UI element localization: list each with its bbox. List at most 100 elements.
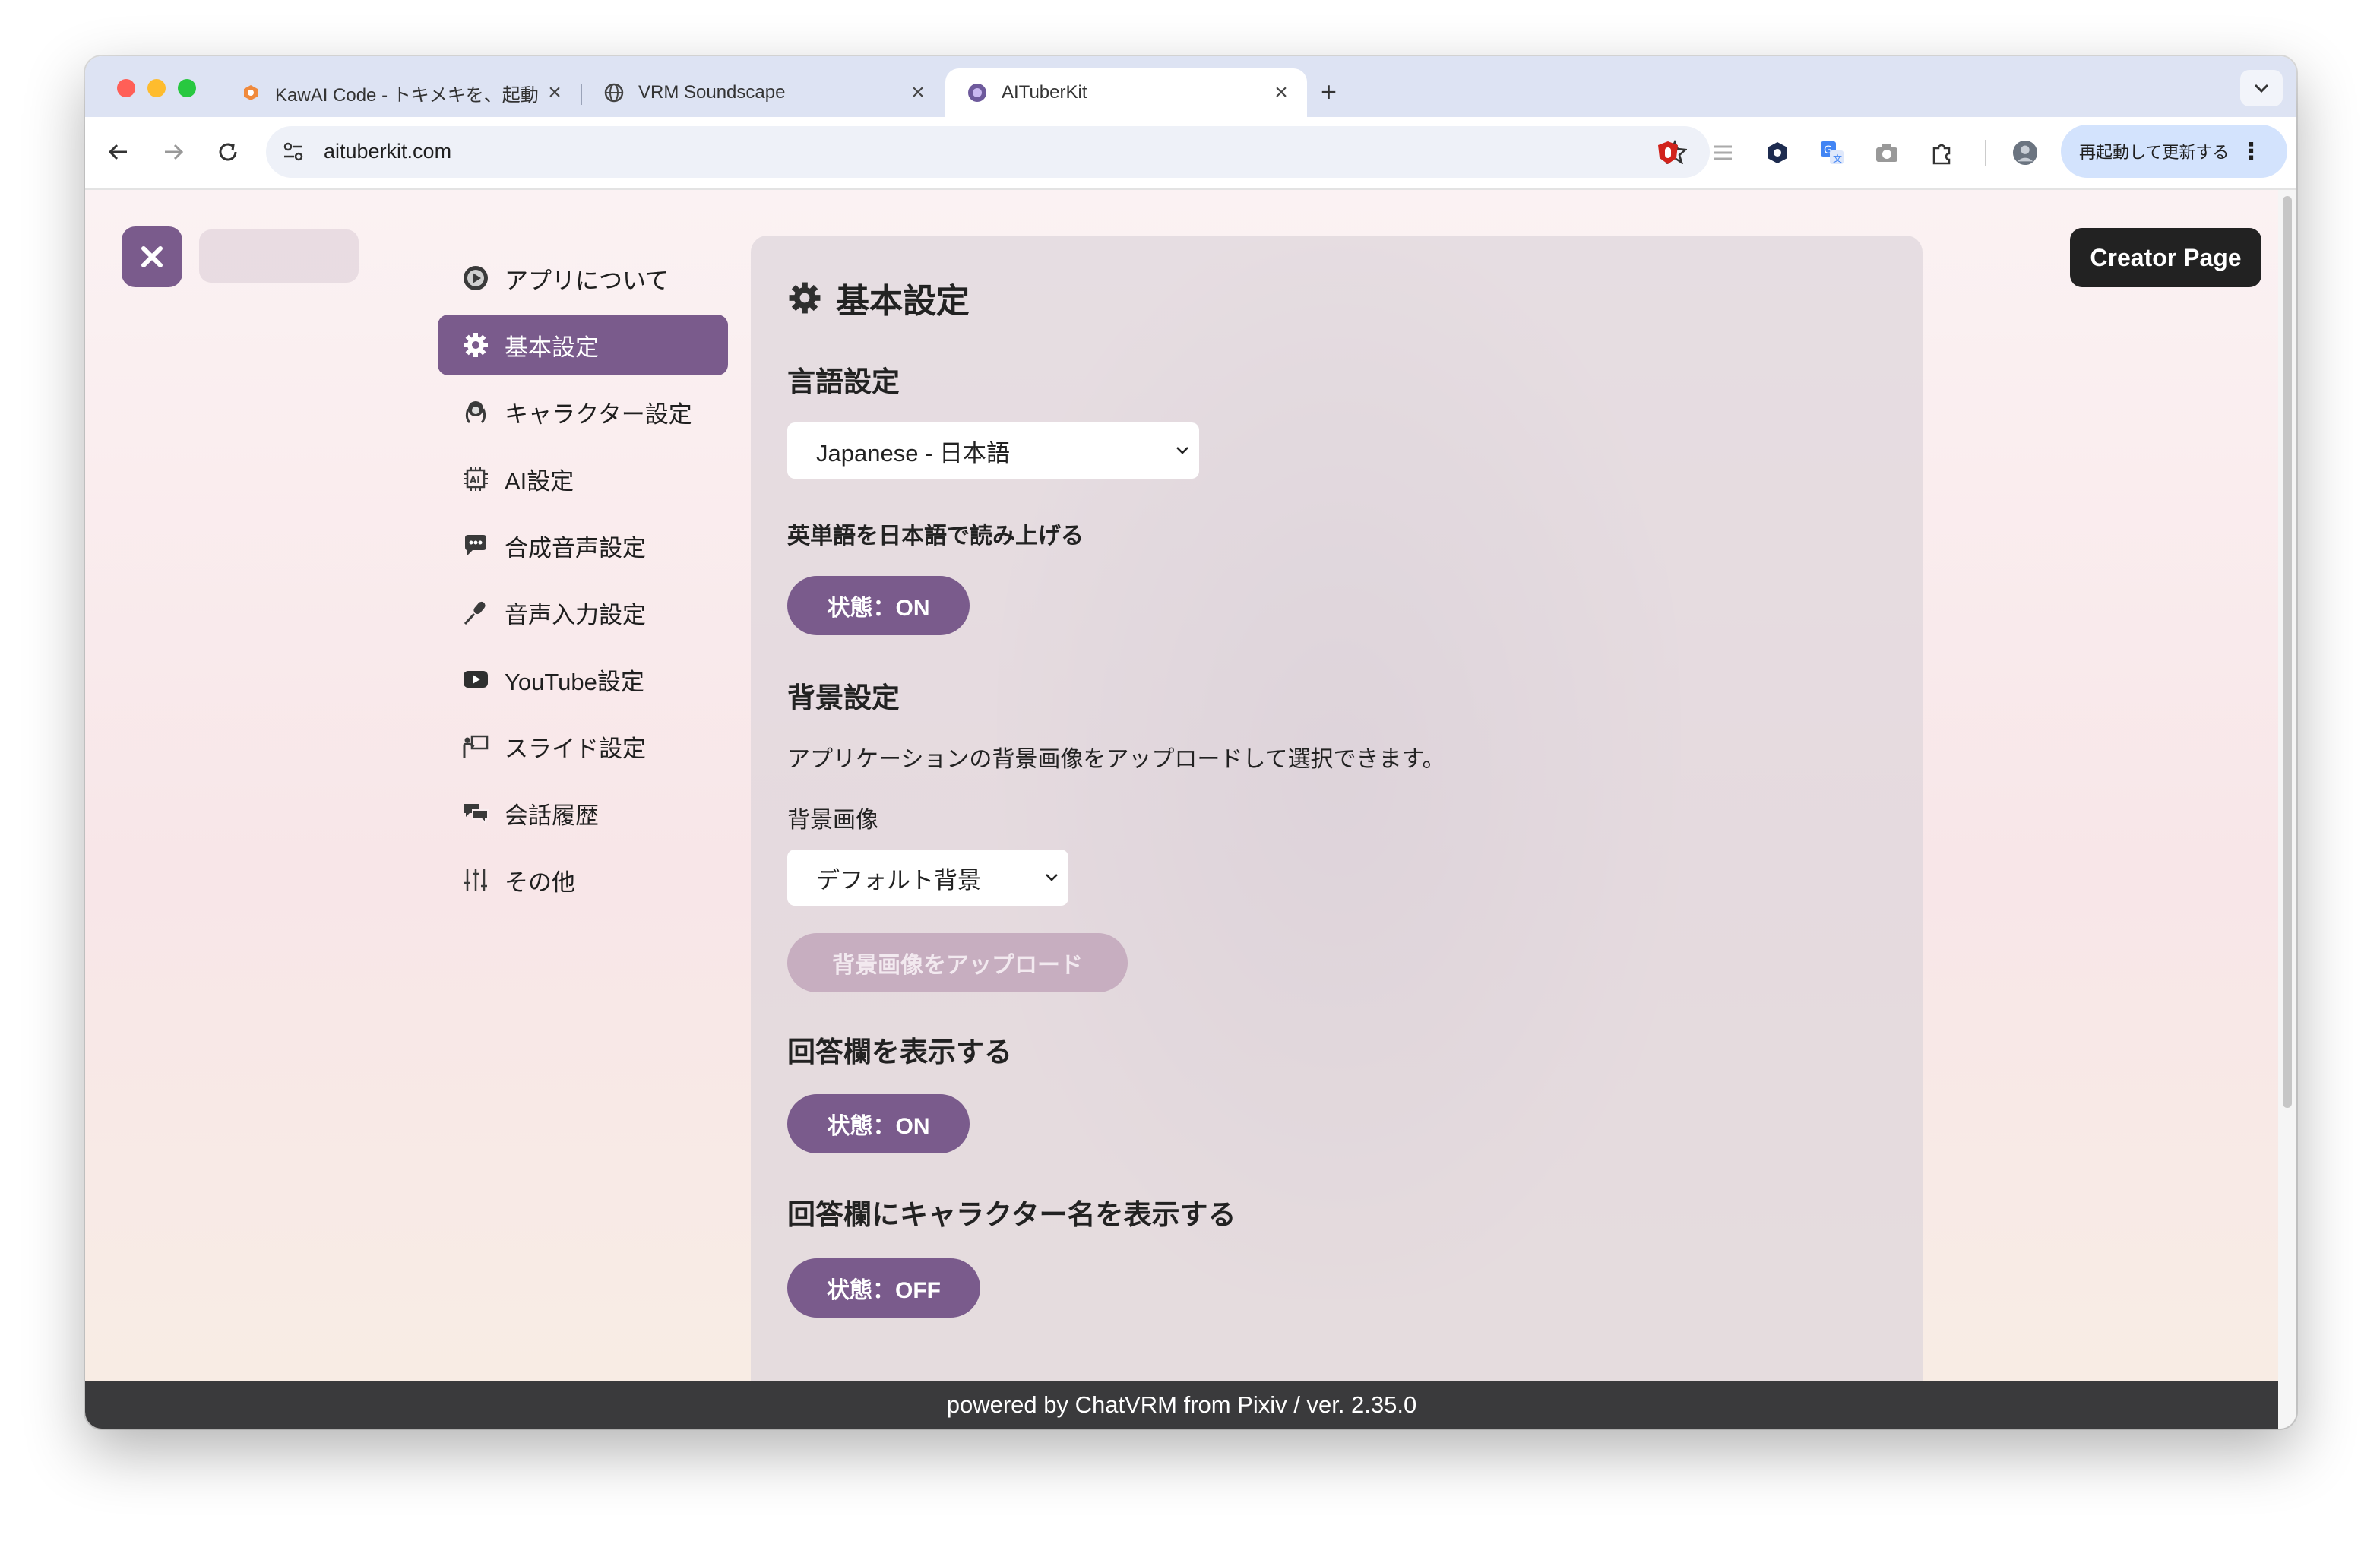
tab-title: VRM Soundscape <box>638 82 786 103</box>
scrollbar-thumb[interactable] <box>2283 196 2292 1108</box>
close-settings-button[interactable] <box>122 226 182 287</box>
sidebar-item-chat-history[interactable]: 会話履歴 <box>438 783 728 843</box>
cube-extension-icon[interactable] <box>1764 140 1790 166</box>
toolbar-divider <box>1985 140 1986 166</box>
maximize-window-button[interactable] <box>178 79 196 97</box>
play-circle-icon <box>460 263 491 293</box>
ai-chip-icon: AI <box>460 464 491 494</box>
microphone-icon <box>460 597 491 628</box>
chat-history-icon <box>460 798 491 828</box>
presentation-icon <box>460 731 491 761</box>
reading-list-icon[interactable] <box>1710 140 1736 166</box>
sidebar-item-label: 合成音声設定 <box>505 534 646 562</box>
background-select-value: デフォルト背景 <box>816 866 981 894</box>
extensions-puzzle-icon[interactable] <box>1929 140 1954 166</box>
sidebar-item-slide-settings[interactable]: スライド設定 <box>438 716 728 777</box>
page-scrollbar[interactable] <box>2278 190 2296 1429</box>
svg-text:AI: AI <box>470 475 480 486</box>
aituberkit-favicon-icon <box>967 82 988 103</box>
sidebar-item-label: スライド設定 <box>505 735 646 762</box>
sidebar-item-label: 会話履歴 <box>505 802 599 829</box>
sidebar-item-other[interactable]: その他 <box>438 850 728 910</box>
tab-title: AITuberKit <box>1002 82 1087 103</box>
tab-close-icon[interactable]: × <box>1266 80 1296 106</box>
url-text: aituberkit.com <box>324 140 452 163</box>
chevron-down-icon <box>1046 874 1058 881</box>
translate-extension-icon[interactable]: G文 <box>1819 140 1845 166</box>
character-icon <box>460 397 491 427</box>
page-title: 基本設定 <box>787 274 970 322</box>
sidebar-item-label: AI設定 <box>505 467 574 495</box>
sidebar-item-youtube-settings[interactable]: YouTube設定 <box>438 649 728 710</box>
tab-search-button[interactable] <box>2240 70 2283 106</box>
sidebar-item-label: その他 <box>505 869 575 896</box>
tab-aituberkit[interactable]: AITuberKit × <box>945 68 1307 117</box>
answer-box-heading: 回答欄を表示する <box>787 1036 1012 1068</box>
settings-panel: 基本設定 言語設定 Japanese - 日本語 英単語を日本語で読み上げる 状… <box>751 236 1923 1429</box>
tab-kawai-code[interactable]: KawAI Code - トキメキを、起動 × <box>219 68 581 117</box>
tab-close-icon[interactable]: × <box>903 80 933 106</box>
sidebar-item-label: キャラクター設定 <box>505 400 692 428</box>
tab-bar: KawAI Code - トキメキを、起動 × VRM Soundscape ×… <box>85 56 2296 117</box>
language-select-value: Japanese - 日本語 <box>816 439 1010 467</box>
tab-vrm-soundscape[interactable]: VRM Soundscape × <box>582 68 944 117</box>
panel-title-text: 基本設定 <box>836 283 970 320</box>
browser-toolbar: aituberkit.com G文 再起動して更新する ⋮ <box>85 117 2296 190</box>
page-viewport: Creator Page アプリについて 基本設定 キャラクター設定 AI AI… <box>85 190 2278 1429</box>
english-reading-toggle[interactable]: 状態：ON <box>787 576 970 635</box>
sidebar-item-ai-settings[interactable]: AI AI設定 <box>438 448 728 509</box>
speech-bubble-icon <box>460 530 491 561</box>
chevron-down-icon <box>2254 84 2269 93</box>
sidebar-item-label: YouTube設定 <box>505 668 644 695</box>
kawai-favicon-icon <box>240 82 261 103</box>
svg-text:文: 文 <box>1833 153 1842 164</box>
new-tab-icon[interactable]: + <box>1321 76 1337 108</box>
blurred-header-control <box>199 229 359 283</box>
close-icon <box>141 246 163 267</box>
character-name-toggle[interactable]: 状態：OFF <box>787 1258 980 1318</box>
sidebar-item-about[interactable]: アプリについて <box>438 248 728 309</box>
site-settings-icon[interactable] <box>281 140 305 168</box>
forward-icon[interactable] <box>158 137 188 167</box>
footer-bar: powered by ChatVRM from Pixiv / ver. 2.3… <box>85 1381 2278 1429</box>
close-window-button[interactable] <box>117 79 135 97</box>
reload-icon[interactable] <box>213 137 243 167</box>
sidebar-item-voice-input-settings[interactable]: 音声入力設定 <box>438 582 728 643</box>
background-image-label: 背景画像 <box>787 808 878 833</box>
background-heading: 背景設定 <box>787 682 900 714</box>
chevron-down-icon <box>1176 447 1188 454</box>
gear-icon <box>789 282 821 314</box>
gear-icon <box>460 330 491 360</box>
creator-page-button[interactable]: Creator Page <box>2070 228 2261 287</box>
background-description: アプリケーションの背景画像をアップロードして選択できます。 <box>787 747 1445 772</box>
settings-sidebar: アプリについて 基本設定 キャラクター設定 AI AI設定 合成音声設定 音声入… <box>438 248 728 916</box>
language-heading: 言語設定 <box>787 366 900 397</box>
background-image-select[interactable]: デフォルト背景 <box>787 850 1068 906</box>
ublock-extension-icon[interactable] <box>1655 140 1681 166</box>
tab-title: KawAI Code - トキメキを、起動 <box>275 84 539 106</box>
sidebar-item-label: 基本設定 <box>505 334 599 361</box>
minimize-window-button[interactable] <box>147 79 166 97</box>
upload-background-button[interactable]: 背景画像をアップロード <box>787 933 1128 992</box>
globe-icon <box>603 82 625 103</box>
character-name-heading: 回答欄にキャラクター名を表示する <box>787 1199 1236 1230</box>
sidebar-item-label: 音声入力設定 <box>505 601 646 628</box>
english-reading-heading: 英単語を日本語で読み上げる <box>787 524 1084 549</box>
profile-avatar-icon[interactable] <box>2012 140 2038 166</box>
answer-box-toggle[interactable]: 状態：ON <box>787 1094 970 1153</box>
language-select[interactable]: Japanese - 日本語 <box>787 422 1199 479</box>
tab-close-icon[interactable]: × <box>540 80 570 106</box>
camera-icon[interactable] <box>1874 140 1900 166</box>
browser-window: KawAI Code - トキメキを、起動 × VRM Soundscape ×… <box>85 56 2296 1429</box>
footer-text: powered by ChatVRM from Pixiv / ver. 2.3… <box>946 1391 1417 1418</box>
address-bar[interactable]: aituberkit.com <box>266 126 1710 178</box>
more-menu-icon[interactable]: ⋮ <box>2239 138 2262 165</box>
restart-to-update-button[interactable]: 再起動して更新する ⋮ <box>2061 125 2287 178</box>
sidebar-item-voice-synthesis-settings[interactable]: 合成音声設定 <box>438 515 728 576</box>
sidebar-item-basic-settings[interactable]: 基本設定 <box>438 315 728 375</box>
sliders-icon <box>460 865 491 895</box>
sidebar-item-character-settings[interactable]: キャラクター設定 <box>438 381 728 442</box>
back-icon[interactable] <box>103 137 134 167</box>
restart-label: 再起動して更新する <box>2079 143 2230 162</box>
sidebar-item-label: アプリについて <box>505 267 669 294</box>
